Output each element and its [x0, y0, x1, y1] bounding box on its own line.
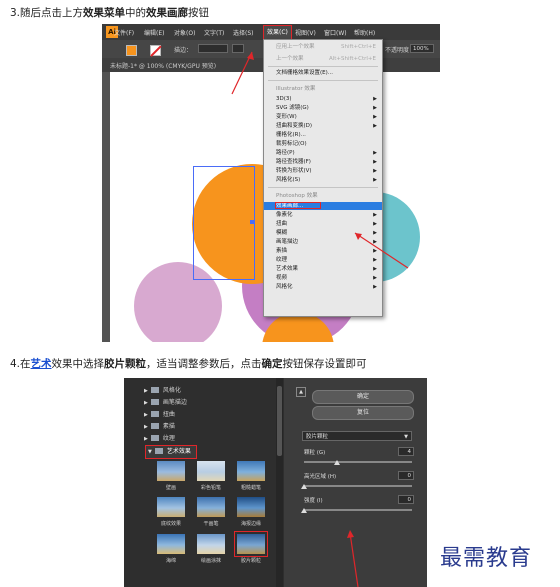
arrow-to-effect-gallery: [354, 232, 409, 269]
annotation-arrows: [231, 51, 409, 587]
arrow-head-icon: [247, 52, 254, 60]
watermark-text: 最需教育: [440, 546, 533, 571]
arrow-to-ok-button: [349, 532, 359, 587]
arrow-head-icon: [347, 530, 354, 538]
